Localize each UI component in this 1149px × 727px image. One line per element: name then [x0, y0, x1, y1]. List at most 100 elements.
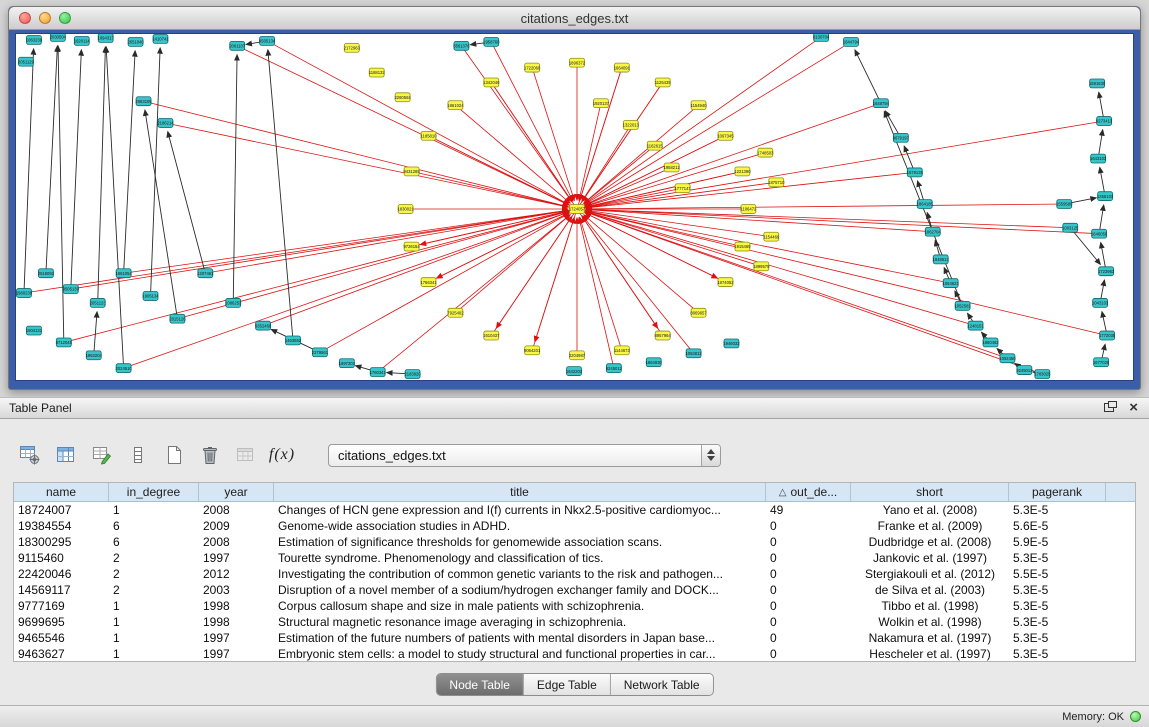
graph-node[interactable]: 1946032	[723, 339, 740, 348]
graph-node[interactable]: 1188132	[369, 68, 386, 77]
graph-node[interactable]: 1125439	[655, 78, 672, 87]
graph-node[interactable]: 8679197	[893, 133, 910, 142]
graph-node[interactable]: 1899575	[753, 262, 770, 271]
row-height-icon[interactable]	[124, 441, 152, 469]
graph-node[interactable]: 1591630	[1089, 79, 1106, 88]
import-table-icon[interactable]	[232, 441, 260, 469]
graph-node[interactable]: 1053812	[685, 349, 702, 358]
graph-node[interactable]: 1904131	[26, 326, 43, 335]
column-header-year[interactable]: year	[199, 483, 274, 501]
graph-node[interactable]: 1783025	[1034, 370, 1051, 379]
graph-node[interactable]: 2651040	[127, 37, 144, 46]
graph-node[interactable]: 1756341	[420, 278, 437, 287]
graph-node[interactable]: 1897203	[339, 359, 356, 368]
zoom-window-button[interactable]	[59, 12, 71, 24]
function-builder-icon[interactable]: f(x)	[268, 441, 296, 469]
graph-node[interactable]: 2015126	[169, 314, 186, 323]
column-header-in-degree[interactable]: in_degree	[109, 483, 199, 501]
graph-node[interactable]: 1864930	[646, 358, 663, 367]
column-header-out-degree[interactable]: △out_de...	[766, 483, 851, 501]
graph-node[interactable]: 9726154	[403, 242, 420, 251]
graph-node[interactable]: 2516093	[38, 269, 55, 278]
graph-node[interactable]: 1062704	[925, 227, 942, 236]
graph-node[interactable]: 1185810	[421, 131, 438, 140]
graph-node[interactable]: 1043103	[1092, 298, 1109, 307]
column-header-title[interactable]: title	[274, 483, 766, 501]
graph-node[interactable]: 2030504	[50, 34, 67, 41]
graph-node[interactable]: 1722060	[524, 63, 541, 72]
table-row[interactable]: 2242004622012Investigating the contribut…	[14, 566, 1135, 582]
graph-node[interactable]: 1620114	[74, 36, 91, 45]
graph-node[interactable]: 1063239	[26, 35, 43, 44]
graph-node[interactable]: 1221390	[734, 167, 751, 176]
graph-node[interactable]: 2063105	[135, 97, 152, 106]
graph-node[interactable]: 8957964	[655, 331, 672, 340]
graph-node[interactable]: 2186214	[157, 119, 174, 128]
graph-node[interactable]: 9352460	[255, 321, 272, 330]
graph-node[interactable]: 1830021	[397, 205, 414, 214]
graph-node[interactable]: 1948513	[933, 255, 950, 264]
graph-node[interactable]: 1579135	[907, 168, 924, 177]
graph-node[interactable]: 1094317	[98, 34, 115, 42]
graph-node[interactable]: 1358103	[1097, 192, 1114, 201]
graph-node[interactable]: 8130704	[813, 34, 830, 41]
graph-node[interactable]: 8561376	[453, 41, 470, 50]
graph-node[interactable]: 1864185	[917, 200, 934, 209]
column-header-name[interactable]: name	[14, 483, 109, 501]
graph-node[interactable]: 1610437	[483, 331, 500, 340]
graph-node[interactable]: 1463552	[285, 336, 302, 345]
graph-node[interactable]: 1144673	[614, 346, 631, 355]
graph-node[interactable]: 9505134	[259, 36, 276, 45]
graph-node[interactable]: 1646050	[1091, 229, 1108, 238]
graph-node[interactable]: 1772035	[1099, 331, 1116, 340]
graph-node[interactable]: 1896372	[569, 58, 586, 67]
graph-node[interactable]: 1905134	[142, 292, 159, 301]
graph-node[interactable]: 2051123	[90, 298, 107, 307]
graph-node[interactable]: 7925402	[447, 308, 464, 317]
graph-node[interactable]: 1874052	[717, 278, 734, 287]
graph-node[interactable]: 1342046	[483, 78, 500, 87]
close-window-button[interactable]	[19, 12, 31, 24]
table-row[interactable]: 977716911998Corpus callosum shape and si…	[14, 598, 1135, 614]
graph-node[interactable]: 1162615	[647, 141, 664, 150]
graph-node[interactable]: 1248151	[967, 321, 984, 330]
graph-node[interactable]: 8069657	[690, 308, 707, 317]
table-row[interactable]: 946554611997Estimation of the future num…	[14, 630, 1135, 646]
graph-node[interactable]: 1154940	[691, 101, 708, 110]
table-row[interactable]: 969969511998Structural magnetic resonanc…	[14, 614, 1135, 630]
graph-node[interactable]: 1092450	[999, 354, 1016, 363]
table-settings-icon[interactable]	[16, 441, 44, 469]
graph-node[interactable]: 8712045	[56, 338, 73, 347]
graph-node[interactable]: 9505139	[63, 285, 80, 294]
graph-node[interactable]: 1958212	[664, 163, 681, 172]
graph-node[interactable]: 1207461	[197, 269, 214, 278]
graph-node[interactable]: 1861024	[447, 101, 464, 110]
column-header-short[interactable]: short	[851, 483, 1009, 501]
graph-node[interactable]: 1003125	[1062, 223, 1079, 232]
graph-node[interactable]: 1915469	[734, 242, 751, 251]
table-source-select[interactable]: citations_edges.txt	[328, 444, 721, 467]
graph-node[interactable]: 9064201	[524, 346, 541, 355]
graph-node[interactable]: 1106472	[740, 205, 757, 214]
table-row[interactable]: 1872400712008Changes of HCN gene express…	[14, 502, 1135, 518]
graph-node[interactable]: 2051129	[18, 57, 35, 66]
graph-node[interactable]: 1154469	[763, 232, 780, 241]
graph-node[interactable]: 2279561	[312, 348, 329, 357]
graph-node[interactable]: 1724057	[569, 205, 586, 214]
graph-node[interactable]: 1064823	[943, 279, 960, 288]
table-row[interactable]: 1938455462009Genome-wide association stu…	[14, 518, 1135, 534]
graph-node[interactable]: 1559580	[1056, 200, 1073, 209]
graph-node[interactable]: 2260584	[394, 93, 411, 102]
graph-node[interactable]: 1410741	[152, 34, 169, 43]
graph-node[interactable]: 1958760	[483, 37, 500, 46]
tab-edge-table[interactable]: Edge Table	[524, 674, 611, 695]
graph-node[interactable]: 1777147	[674, 184, 691, 193]
graph-node[interactable]: 9431265	[403, 167, 420, 176]
graph-node[interactable]: 9245013	[1016, 366, 1033, 375]
tab-node-table[interactable]: Node Table	[436, 674, 524, 695]
graph-node[interactable]: 9245012	[606, 364, 623, 373]
show-columns-icon[interactable]	[52, 441, 80, 469]
graph-node[interactable]: 1086253	[225, 298, 242, 307]
graph-node[interactable]: 2024510	[115, 364, 132, 373]
graph-node[interactable]: 1760341	[370, 368, 387, 377]
